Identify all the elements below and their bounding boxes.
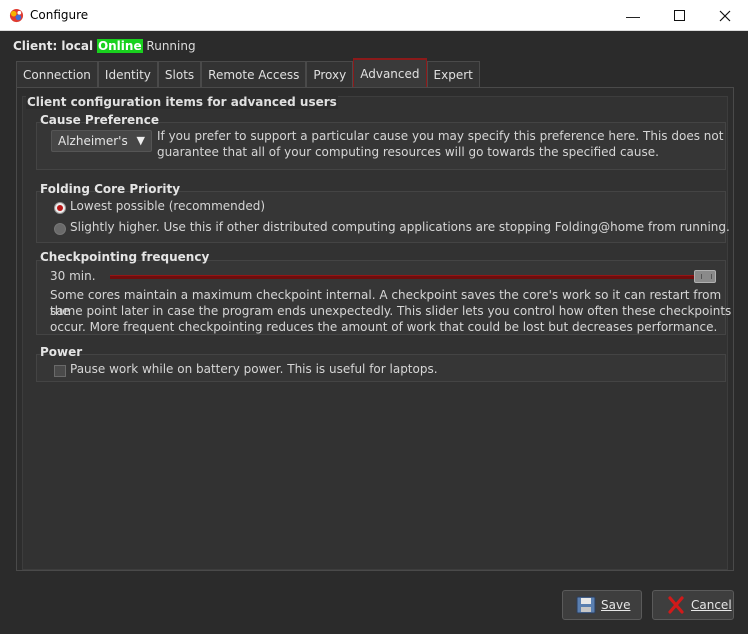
save-button[interactable]: Save	[562, 590, 642, 620]
client-label: Client: local	[13, 39, 94, 53]
priority-high-radio[interactable]	[54, 223, 66, 235]
priority-low-radio[interactable]	[54, 202, 66, 214]
client-status-line: Client: local Online Running	[13, 39, 196, 53]
tab-slots[interactable]: Slots	[157, 61, 202, 87]
minimize-icon: —	[626, 7, 640, 24]
tab-connection[interactable]: Connection	[16, 61, 98, 87]
cause-description-line1: If you prefer to support a particular ca…	[157, 129, 724, 143]
cause-preference-title: Cause Preference	[40, 113, 159, 127]
status-badge: Online	[96, 39, 143, 53]
advanced-tab-panel: Client configuration items for advanced …	[16, 87, 734, 571]
battery-pause-checkbox[interactable]	[54, 365, 66, 377]
tab-proxy[interactable]: Proxy	[306, 61, 354, 87]
cause-select[interactable]: Alzheimer's ▼	[51, 130, 152, 152]
checkpoint-slider-handle[interactable]	[694, 270, 716, 283]
priority-high-label[interactable]: Slightly higher. Use this if other distr…	[70, 219, 730, 235]
priority-low-label[interactable]: Lowest possible (recommended)	[70, 198, 265, 214]
cause-select-value: Alzheimer's	[58, 134, 128, 148]
cause-description-line2: guarantee that all of your computing res…	[157, 145, 659, 159]
checkpoint-description-line2: same point later in case the program end…	[50, 304, 732, 318]
red-x-icon	[668, 596, 684, 614]
battery-pause-label[interactable]: Pause work while on battery power. This …	[70, 361, 438, 377]
title-bar: Configure —	[0, 0, 748, 31]
core-priority-title: Folding Core Priority	[40, 182, 181, 196]
close-icon	[719, 10, 731, 21]
window-title: Configure	[30, 8, 89, 22]
close-button[interactable]	[702, 0, 748, 31]
minimize-button[interactable]: —	[610, 0, 656, 31]
save-label: Save	[601, 598, 631, 612]
tab-remote-access[interactable]: Remote Access	[201, 61, 307, 87]
tab-expert[interactable]: Expert	[426, 61, 480, 87]
floppy-disk-icon	[576, 596, 596, 614]
tab-bar: Connection Identity Slots Remote Access …	[16, 58, 480, 87]
folding-at-home-logo-icon	[9, 8, 24, 23]
checkpoint-description-line3: occur. More frequent checkpointing reduc…	[50, 320, 718, 334]
tab-advanced[interactable]: Advanced	[353, 58, 427, 87]
advanced-heading: Client configuration items for advanced …	[26, 95, 338, 109]
power-title: Power	[40, 345, 83, 359]
checkpoint-value-label: 30 min.	[50, 269, 96, 283]
cancel-label: Cancel	[691, 598, 732, 612]
checkpoint-slider-track[interactable]	[110, 275, 716, 279]
chevron-down-icon: ▼	[136, 134, 145, 147]
tab-identity[interactable]: Identity	[97, 61, 158, 87]
checkpointing-title: Checkpointing frequency	[40, 250, 210, 264]
maximize-icon	[673, 10, 685, 21]
client-state: Running	[146, 39, 196, 53]
cancel-button[interactable]: Cancel	[652, 590, 734, 620]
maximize-button[interactable]	[656, 0, 702, 31]
